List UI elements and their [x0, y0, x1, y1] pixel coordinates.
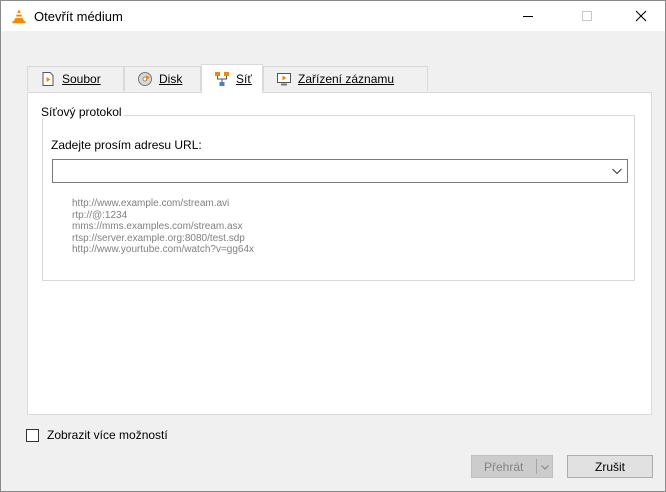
- open-media-dialog: Otevřít médium Soubor Disk Síť Zařízení …: [0, 0, 666, 492]
- tab-file-label: Soubor: [62, 72, 101, 86]
- minimize-button[interactable]: [505, 1, 551, 31]
- close-button[interactable]: [618, 1, 664, 31]
- maximize-button[interactable]: [564, 1, 610, 31]
- vlc-cone-icon: [12, 9, 26, 24]
- chevron-down-icon[interactable]: [609, 163, 625, 179]
- url-combobox[interactable]: [52, 159, 628, 183]
- close-icon: [635, 10, 647, 22]
- url-example: rtsp://server.example.org:8080/test.sdp: [72, 232, 245, 244]
- tab-capture-device-label: Zařízení záznamu: [298, 72, 395, 86]
- chevron-down-icon[interactable]: [539, 459, 551, 475]
- url-example: http://www.yourtube.com/watch?v=gg64x: [72, 244, 255, 256]
- show-more-checkbox[interactable]: [26, 428, 39, 442]
- url-example: http://www.example.com/stream.avi: [72, 198, 230, 209]
- url-examples: http://www.example.com/stream.avi rtp://…: [72, 198, 254, 256]
- tab-network[interactable]: Síť: [201, 64, 263, 93]
- minimize-icon: [523, 16, 533, 17]
- url-label: Zadejte prosím adresu URL:: [51, 138, 202, 152]
- tab-disc[interactable]: Disk: [124, 66, 201, 91]
- title-bar[interactable]: Otevřít médium: [1, 1, 665, 31]
- disc-icon: [138, 72, 152, 86]
- tab-file[interactable]: Soubor: [27, 66, 124, 91]
- tab-capture-device[interactable]: Zařízení záznamu: [263, 66, 428, 91]
- show-more-label: Zobrazit více možností: [47, 428, 168, 442]
- play-button-separator: [536, 459, 537, 474]
- tab-disc-label: Disk: [159, 72, 183, 86]
- cancel-button[interactable]: Zrušit: [567, 455, 653, 478]
- url-example: mms://mms.examples.com/stream.asx: [72, 221, 243, 233]
- tab-network-label: Síť: [236, 72, 252, 86]
- window-title: Otevřít médium: [34, 9, 123, 24]
- network-icon: [215, 72, 229, 86]
- capture-device-icon: [277, 73, 291, 86]
- file-icon: [42, 72, 54, 86]
- show-more-options[interactable]: Zobrazit více možností: [26, 428, 168, 442]
- network-protocol-title: Síťový protokol: [39, 105, 124, 119]
- play-button[interactable]: Přehrát: [471, 455, 553, 478]
- maximize-icon: [582, 11, 592, 21]
- cancel-button-label: Zrušit: [595, 459, 625, 474]
- play-button-label: Přehrát: [484, 460, 524, 474]
- url-example: rtp://@:1234: [72, 209, 128, 221]
- url-input[interactable]: [53, 160, 603, 182]
